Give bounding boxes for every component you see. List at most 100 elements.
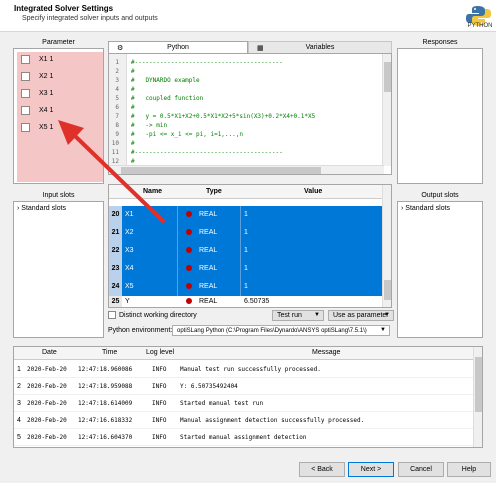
use-as-parameter-button[interactable]: Use as parameter ▼ (328, 310, 394, 321)
parameter-item[interactable]: X2 1 (17, 70, 103, 83)
tab-variables[interactable]: ▦ Variables (248, 41, 392, 53)
code-text: # y = 0.5*X1+X2+0.5*X1*X2+5*sin(X3)+0.2*… (131, 113, 316, 120)
log-time: 12:47:18.960086 (78, 366, 133, 373)
parameter-item[interactable]: X5 1 (17, 121, 103, 134)
log-message: Manual assignment detection successfully… (180, 417, 365, 424)
variable-type: REAL (199, 211, 218, 218)
log-table-header: Date Time Log level Message (14, 347, 475, 360)
log-date: 2020-Feb-20 (27, 434, 67, 441)
log-row[interactable]: 1 2020-Feb-20 12:47:18.960086 INFO Manua… (14, 361, 475, 378)
line-number: 6 (115, 104, 119, 111)
back-button[interactable]: < Back (299, 462, 345, 477)
parameter-item[interactable]: X4 1 (17, 104, 103, 117)
scrollbar-thumb[interactable] (121, 167, 321, 174)
python-environment-select[interactable]: optiSLang Python (C:\Program Files\Dynar… (172, 325, 390, 336)
parameter-checkbox[interactable] (21, 72, 30, 81)
log-message: Started manual assignment detection (180, 434, 307, 441)
column-header-level[interactable]: Log level (146, 349, 174, 356)
test-run-label: Test run (277, 312, 302, 319)
code-line: 11 #-------------------------------------… (109, 148, 379, 157)
column-header-value[interactable]: Value (304, 188, 322, 195)
code-text: #---------------------------------------… (131, 59, 283, 66)
code-line: 4 # (109, 85, 379, 94)
parameter-checkbox[interactable] (21, 55, 30, 64)
scrollbar-thumb[interactable] (384, 62, 391, 92)
next-label: Next > (360, 466, 382, 473)
code-line: 7 # y = 0.5*X1+X2+0.5*X1*X2+5*sin(X3)+0.2… (109, 112, 379, 121)
log-row[interactable]: 5 2020-Feb-20 12:47:16.604370 INFO Start… (14, 429, 475, 446)
line-number: 11 (111, 149, 119, 156)
scrollbar-thumb[interactable] (475, 357, 482, 412)
log-row[interactable]: 2 2020-Feb-20 12:47:18.959088 INFO Y: 6.… (14, 378, 475, 395)
test-run-button[interactable]: Test run ▼ (272, 310, 324, 321)
tab-python[interactable]: ⚙ Python (108, 41, 248, 53)
variable-type: REAL (199, 298, 218, 305)
table-row[interactable]: 24 X5 REAL 1 (109, 278, 384, 296)
log-row[interactable]: 3 2020-Feb-20 12:47:18.614009 INFO Start… (14, 395, 475, 412)
line-number: 8 (115, 122, 119, 129)
column-header-time[interactable]: Time (102, 349, 117, 356)
chevron-down-icon: ▼ (314, 312, 320, 318)
distinct-dir-option[interactable]: Distinct working directory (108, 311, 197, 319)
log-level: INFO (152, 417, 167, 424)
row-number: 3 (17, 400, 21, 407)
parameter-item[interactable]: X1 1 (17, 53, 103, 66)
line-number: 10 (111, 140, 119, 147)
variable-name: X2 (125, 229, 134, 236)
distinct-dir-checkbox[interactable] (108, 311, 116, 319)
log-table[interactable]: Date Time Log level Message 1 2020-Feb-2… (13, 346, 483, 448)
next-button[interactable]: Next > (348, 462, 394, 477)
column-header-name[interactable]: Name (143, 188, 162, 195)
variable-type: REAL (199, 265, 218, 272)
output-slots-tree[interactable]: › Standard slots (397, 201, 483, 338)
column-header-type[interactable]: Type (206, 188, 222, 195)
table-row[interactable]: 23 X4 REAL 1 (109, 260, 384, 278)
code-text: # (131, 104, 135, 111)
line-number: 12 (111, 158, 119, 165)
parameter-checkbox[interactable] (21, 106, 30, 115)
column-divider (240, 242, 241, 260)
variables-scrollbar[interactable] (382, 185, 391, 307)
chevron-down-icon: ▼ (384, 312, 390, 318)
variables-table-header: Name Type Value (109, 185, 384, 199)
code-text: # DYNARDO example (131, 77, 200, 84)
python-code-editor[interactable]: 1 #--------------------------------------… (108, 53, 392, 175)
help-button[interactable]: Help (447, 462, 491, 477)
code-text: # (131, 140, 135, 147)
table-row[interactable]: 20 X1 REAL 1 (109, 206, 384, 224)
parameter-list[interactable]: X1 1 X2 1 X3 1 X4 1 X5 1 (13, 48, 104, 184)
real-type-icon (186, 229, 192, 235)
column-header-message[interactable]: Message (312, 349, 340, 356)
code-vertical-scrollbar[interactable] (382, 54, 391, 166)
column-header-date[interactable]: Date (42, 349, 57, 356)
code-line: 10 # (109, 139, 379, 148)
code-line: 1 #--------------------------------------… (109, 58, 379, 67)
output-slot-item[interactable]: › Standard slots (401, 205, 450, 212)
input-slots-label: Input slots (42, 192, 75, 199)
table-row[interactable]: 25 Y REAL 6.50735 (109, 296, 384, 307)
output-slots-label: Output slots (421, 192, 459, 199)
real-type-icon (186, 298, 192, 304)
input-slots-tree[interactable]: › Standard slots (13, 201, 104, 338)
log-scrollbar[interactable] (473, 347, 482, 447)
parameter-checkbox[interactable] (21, 89, 30, 98)
logo-label: PYTHON (467, 23, 493, 29)
code-line: 8 # -> min (109, 121, 379, 130)
dialog-header: Integrated Solver Settings Specify integ… (0, 0, 496, 32)
variables-table[interactable]: Name Type Value 20 X1 REAL 1 21 X2 REAL … (108, 184, 392, 308)
code-line: 6 # (109, 103, 379, 112)
table-row[interactable]: 22 X3 REAL 1 (109, 242, 384, 260)
code-text: # coupled function (131, 95, 204, 102)
responses-list[interactable] (397, 48, 483, 184)
code-horizontal-scrollbar[interactable] (109, 165, 384, 174)
table-row[interactable]: 21 X2 REAL 1 (109, 224, 384, 242)
parameter-item[interactable]: X3 1 (17, 87, 103, 100)
code-line: 5 # coupled function (109, 94, 379, 103)
log-row[interactable]: 4 2020-Feb-20 12:47:16.618332 INFO Manua… (14, 412, 475, 429)
cancel-button[interactable]: Cancel (398, 462, 444, 477)
scrollbar-thumb[interactable] (384, 280, 391, 300)
parameter-checkbox[interactable] (21, 123, 30, 132)
parameter-label: X2 1 (39, 73, 54, 80)
env-value: optiSLang Python (C:\Program Files\Dynar… (177, 327, 367, 334)
input-slot-item[interactable]: › Standard slots (17, 205, 66, 212)
